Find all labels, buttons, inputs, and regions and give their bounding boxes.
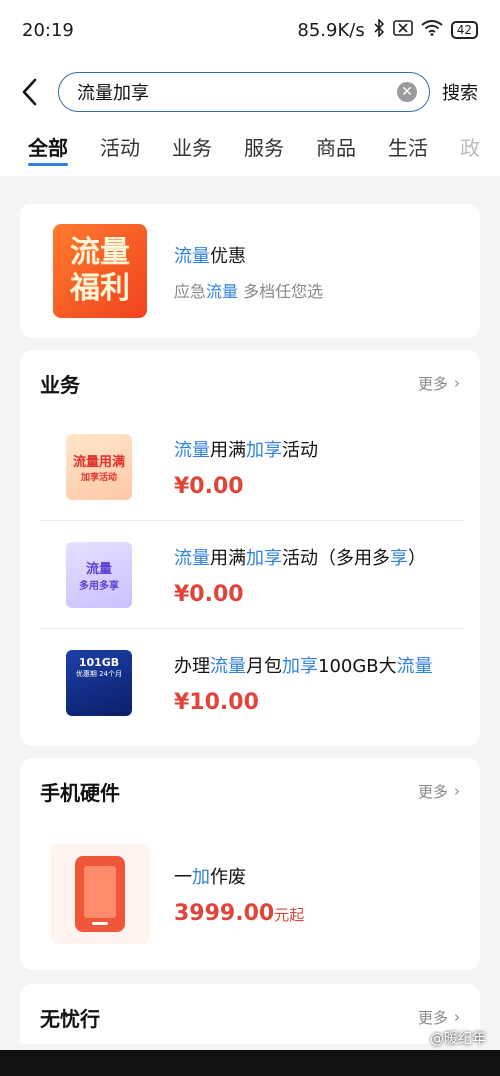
item-title: 流量用满加享活动	[174, 439, 318, 461]
item-price: ¥10.00	[174, 689, 259, 715]
more-link[interactable]: 更多 ›	[418, 781, 460, 802]
chevron-right-icon: ›	[454, 374, 460, 392]
promo-thumb-line1: 流量	[70, 235, 130, 270]
list-item[interactable]: 一加作废 3999.00元起	[20, 844, 480, 944]
search-input[interactable]: 流量加享 ✕	[58, 72, 430, 112]
section-title: 业务	[40, 372, 80, 397]
promo-title: 流量优惠	[174, 246, 246, 267]
promo-thumb-line2: 福利	[70, 271, 130, 306]
promo-subtitle: 应急流量 多档任您选	[174, 282, 324, 301]
tab-business[interactable]: 业务	[172, 124, 212, 172]
item-title: 一加作废	[174, 866, 246, 888]
status-bar: 20:19 85.9K/s 42	[0, 0, 500, 60]
status-time: 20:19	[22, 19, 74, 41]
item-price: 3999.00元起	[174, 900, 305, 926]
list-item[interactable]: 流量 多用多享 流量用满加享活动（多用多享） ¥0.00	[20, 542, 480, 608]
navigation-bar	[0, 1050, 500, 1076]
item-text: 一加作废 3999.00元起	[174, 863, 304, 926]
chevron-left-icon	[22, 78, 37, 106]
phone-icon	[75, 856, 125, 932]
promo-thumbnail: 流量 福利	[53, 224, 147, 318]
phone-thumbnail	[50, 844, 150, 944]
clear-icon[interactable]: ✕	[397, 82, 417, 102]
tab-activity[interactable]: 活动	[100, 124, 140, 172]
item-title: 流量用满加享活动（多用多享）	[174, 547, 426, 569]
hardware-card: 手机硬件 更多 › 一加作废 3999.00元起	[20, 758, 480, 970]
tab-life[interactable]: 生活	[388, 124, 428, 172]
watermark: @暖纪年	[430, 1031, 486, 1047]
more-link[interactable]: 更多 ›	[418, 1007, 460, 1028]
back-button[interactable]	[0, 62, 58, 122]
wuyouxing-card: 无忧行 更多 ›	[20, 984, 480, 1044]
chevron-right-icon: ›	[454, 1008, 460, 1026]
chevron-right-icon: ›	[454, 782, 460, 800]
wifi-icon	[421, 19, 443, 41]
divider	[40, 520, 464, 521]
item-text: 办理流量月包加享100GB大流量 ¥10.00	[174, 652, 433, 715]
section-title: 无忧行	[40, 1006, 100, 1031]
hardware-header: 手机硬件 更多 ›	[20, 758, 480, 824]
bluetooth-icon	[373, 17, 385, 42]
tab-gov[interactable]: 政	[460, 124, 480, 172]
item-text: 流量用满加享活动 ¥0.00	[174, 436, 318, 499]
item-price: ¥0.00	[174, 581, 244, 607]
wuyouxing-header: 无忧行 更多 ›	[20, 984, 480, 1050]
search-button[interactable]: 搜索	[442, 79, 478, 105]
list-item[interactable]: 流量用满 加享活动 流量用满加享活动 ¥0.00	[20, 434, 480, 500]
business-card: 业务 更多 › 流量用满 加享活动 流量用满加享活动 ¥0.00 流量 多用多享 …	[20, 350, 480, 746]
item-thumbnail: 流量 多用多享	[66, 542, 132, 608]
tab-goods[interactable]: 商品	[316, 124, 356, 172]
tab-service[interactable]: 服务	[244, 124, 284, 172]
item-title: 办理流量月包加享100GB大流量	[174, 655, 433, 677]
search-header: 流量加享 ✕ 搜索	[0, 60, 500, 124]
status-icons: 85.9K/s 42	[297, 17, 478, 42]
item-price: ¥0.00	[174, 473, 244, 499]
sim-off-icon	[392, 19, 413, 41]
more-link[interactable]: 更多 ›	[418, 373, 460, 394]
tab-all[interactable]: 全部	[28, 124, 68, 172]
divider	[40, 628, 464, 629]
item-thumbnail: 101GB 优惠期 24个月	[66, 650, 132, 716]
item-text: 流量用满加享活动（多用多享） ¥0.00	[174, 544, 426, 607]
network-speed: 85.9K/s	[297, 19, 365, 41]
business-header: 业务 更多 ›	[20, 350, 480, 416]
promo-card[interactable]: 流量 福利 流量优惠 应急流量 多档任您选	[20, 204, 480, 338]
promo-text: 流量优惠 应急流量 多档任您选	[174, 242, 323, 302]
battery-indicator: 42	[450, 21, 478, 39]
list-item[interactable]: 101GB 优惠期 24个月 办理流量月包加享100GB大流量 ¥10.00	[20, 650, 480, 716]
item-thumbnail: 流量用满 加享活动	[66, 434, 132, 500]
category-tabs: 全部 活动 业务 服务 商品 生活 政	[0, 124, 500, 176]
section-title: 手机硬件	[40, 780, 120, 805]
search-query: 流量加享	[77, 83, 149, 104]
